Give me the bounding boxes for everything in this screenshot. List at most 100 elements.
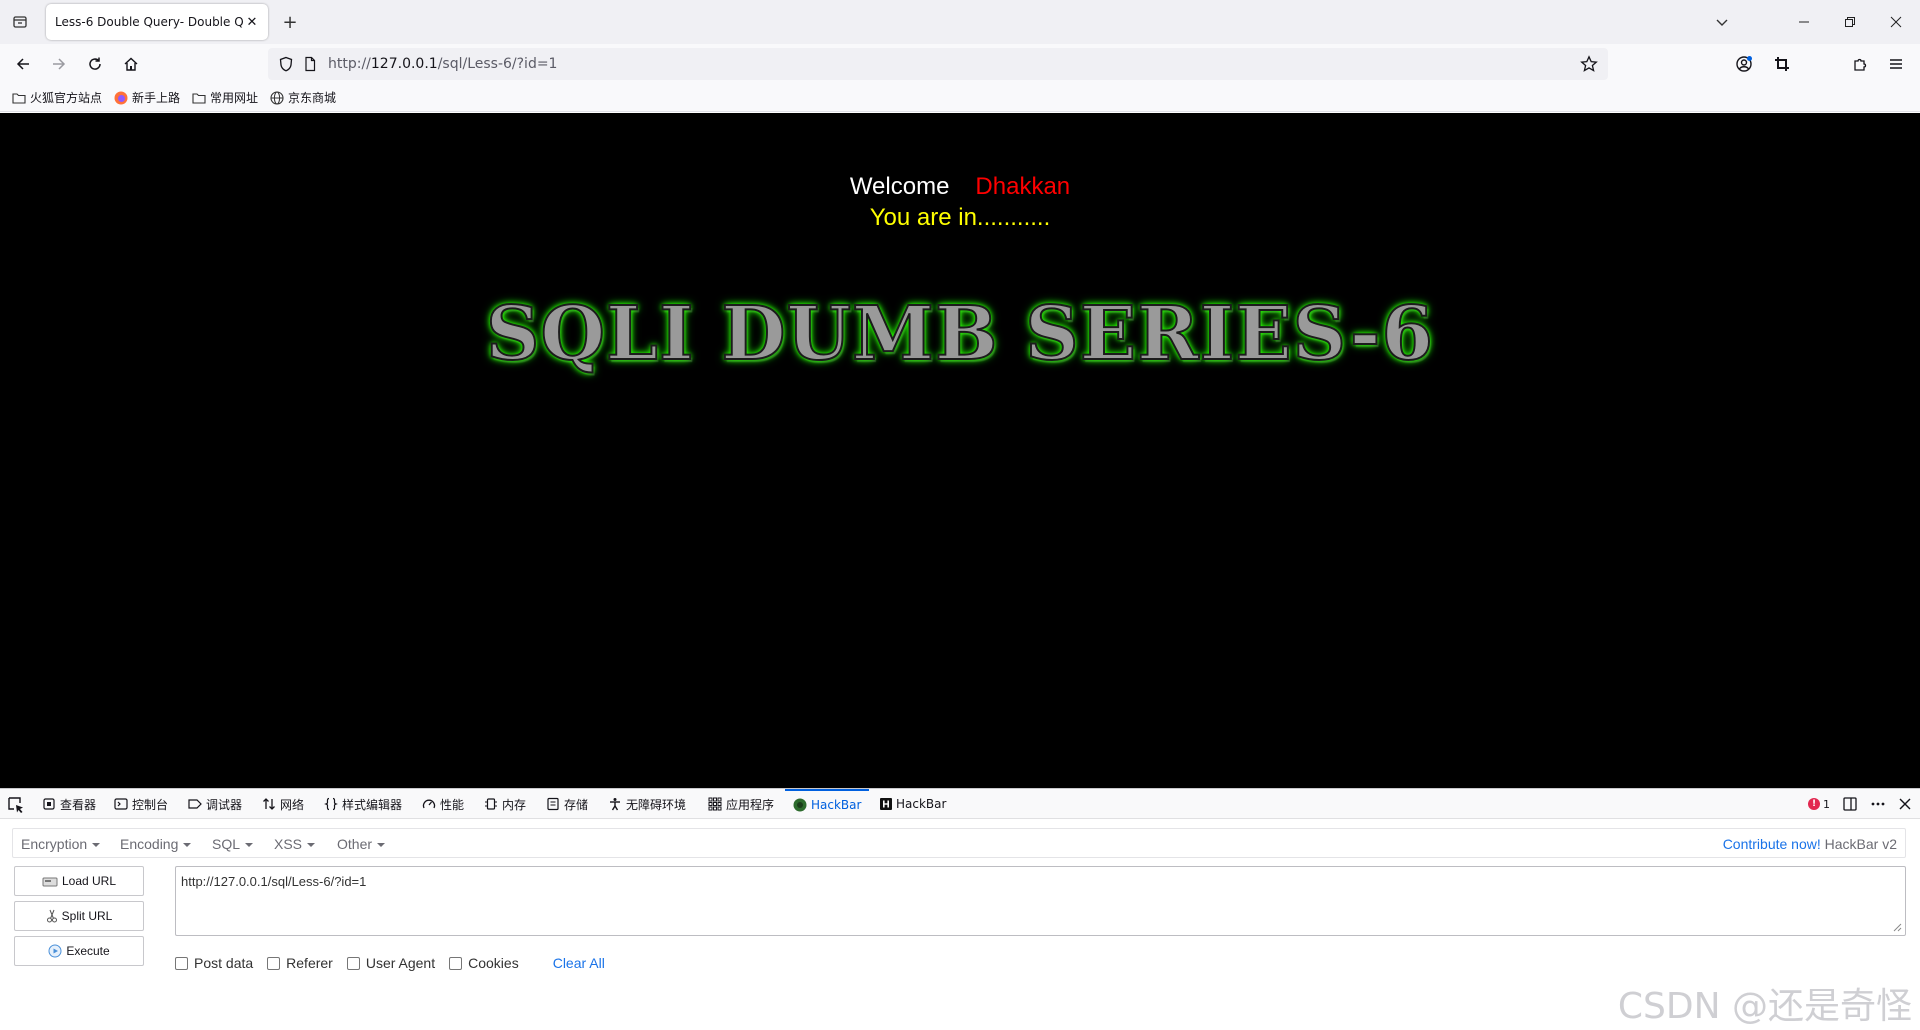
devtools-tab-memory[interactable]: 内存 — [484, 789, 526, 819]
bookmark-item-2[interactable]: 常用网址 — [192, 89, 258, 106]
hackbar-menu-sql[interactable]: SQL — [212, 836, 254, 852]
checkbox-box[interactable] — [267, 956, 281, 970]
dock-side-icon[interactable] — [1842, 796, 1858, 812]
devtools-tab-debugger[interactable]: 调试器 — [188, 789, 242, 819]
reload-button[interactable] — [81, 50, 109, 78]
split-url-button[interactable]: Split URL — [14, 901, 144, 931]
hackbar-menu-encryption[interactable]: Encryption — [21, 836, 101, 852]
devtools-right-controls: ! 1 — [1796, 789, 1912, 819]
close-icon — [1890, 16, 1902, 28]
cookies-checkbox[interactable]: Cookies — [449, 955, 519, 971]
devtools-tab-label: 无障碍环境 — [626, 797, 687, 812]
menu-label: XSS — [274, 836, 303, 852]
account-button[interactable] — [1730, 50, 1758, 78]
app-menu-button[interactable] — [1882, 50, 1910, 78]
welcome-line: Welcome Dhakkan — [0, 173, 1920, 201]
checkbox-box[interactable] — [449, 956, 463, 970]
option-label: Post data — [194, 955, 254, 971]
hackbar-url-textarea[interactable]: http://127.0.0.1/sql/Less-6/?id=1 — [175, 866, 1906, 936]
url-text[interactable]: http://127.0.0.1/sql/Less-6/?id=1 — [328, 56, 557, 72]
checkbox-box[interactable] — [346, 956, 360, 970]
menu-label: Encoding — [120, 836, 179, 852]
bookmark-item-3[interactable]: 京东商城 — [270, 89, 336, 106]
extensions-button[interactable] — [1846, 50, 1874, 78]
user-agent-checkbox[interactable]: User Agent — [346, 955, 435, 971]
style-editor-icon — [324, 797, 338, 811]
devtools-tab-hackbar-v2[interactable]: HackBar — [785, 789, 870, 819]
browser-tab-active[interactable]: Less-6 Double Query- Double Q ✕ — [46, 4, 268, 40]
devtools-tab-hackbar[interactable]: HackBar — [880, 789, 946, 819]
devtools-tab-console[interactable]: 控制台 — [114, 789, 168, 819]
devtools-tab-network[interactable]: 网络 — [262, 789, 304, 819]
reload-icon — [89, 57, 101, 70]
menu-label: SQL — [212, 836, 241, 852]
new-tab-button[interactable]: + — [278, 10, 302, 34]
element-picker-icon[interactable] — [6, 795, 26, 815]
devtools-tab-storage[interactable]: 存储 — [546, 789, 588, 819]
hackbar-options: Post data Referer User Agent Cookies Cle… — [175, 953, 605, 973]
execute-button[interactable]: Execute — [14, 936, 144, 966]
hamburger-menu-icon — [1890, 59, 1902, 69]
post-data-checkbox[interactable]: Post data — [175, 955, 253, 971]
caret-down-icon — [245, 843, 254, 848]
error-count: 1 — [1823, 797, 1830, 811]
accessibility-icon — [610, 798, 620, 811]
chevron-down-icon — [1716, 19, 1728, 26]
devtools-tab-label: 性能 — [440, 797, 465, 812]
devtools-tab-label: 内存 — [502, 797, 527, 812]
close-window-button[interactable] — [1874, 4, 1918, 40]
shield-icon[interactable] — [278, 56, 294, 72]
referer-checkbox[interactable]: Referer — [267, 955, 333, 971]
devtools-tab-performance[interactable]: 性能 — [422, 789, 464, 819]
scissors-icon — [46, 909, 57, 923]
arrow-left-icon — [16, 58, 29, 70]
hackbar-menu-other[interactable]: Other — [337, 836, 386, 852]
more-options-icon[interactable] — [1870, 796, 1886, 812]
checkbox-box[interactable] — [175, 956, 188, 970]
home-icon — [124, 57, 138, 71]
firefox-view-button[interactable] — [6, 10, 34, 34]
devtools-tab-inspector[interactable]: 查看器 — [42, 789, 96, 819]
sqli-banner-image: SQLI DUMB SERIES-6 — [0, 290, 1920, 378]
screenshot-crop-button[interactable] — [1768, 50, 1796, 78]
option-label: Cookies — [468, 955, 519, 971]
resize-handle-icon[interactable] — [1892, 922, 1902, 932]
error-count-badge[interactable]: ! 1 — [1808, 798, 1830, 811]
clear-all-link[interactable]: Clear All — [553, 955, 605, 971]
contribute-link[interactable]: Contribute now! — [1723, 836, 1821, 852]
list-all-tabs-button[interactable] — [1710, 10, 1734, 34]
caret-down-icon — [307, 843, 316, 848]
minimize-button[interactable] — [1782, 4, 1826, 40]
back-button[interactable] — [9, 50, 37, 78]
home-button[interactable] — [117, 50, 145, 78]
page-icon[interactable] — [302, 56, 318, 72]
memory-icon — [485, 798, 497, 810]
close-devtools-icon[interactable] — [1898, 797, 1912, 811]
firefox-view-icon — [13, 16, 27, 28]
url-scheme: http:// — [328, 56, 371, 72]
devtools-tab-accessibility[interactable]: 无障碍环境 — [608, 789, 686, 819]
hackbar-contribute: Contribute now! HackBar v2 — [1723, 836, 1897, 852]
bookmark-item-0[interactable]: 火狐官方站点 — [12, 89, 102, 106]
devtools-tab-application[interactable]: 应用程序 — [708, 789, 774, 819]
bookmark-star-icon[interactable] — [1580, 55, 1598, 73]
console-icon — [114, 798, 128, 810]
caret-down-icon — [377, 843, 386, 848]
load-url-button[interactable]: Load URL — [14, 866, 144, 896]
forward-button[interactable] — [45, 50, 73, 78]
bookmark-item-1[interactable]: 新手上路 — [114, 89, 180, 106]
devtools-tab-style-editor[interactable]: 样式编辑器 — [324, 789, 402, 819]
tab-close-icon[interactable]: ✕ — [244, 14, 260, 30]
hackbar-menu-xss[interactable]: XSS — [274, 836, 316, 852]
error-icon: ! — [1808, 798, 1820, 810]
application-icon — [708, 797, 722, 811]
hackbar-menu-encoding[interactable]: Encoding — [120, 836, 192, 852]
restore-button[interactable] — [1828, 4, 1872, 40]
bookmark-label: 火狐官方站点 — [30, 91, 103, 105]
devtools-tab-label: HackBar — [896, 797, 947, 811]
devtools-tab-label: 样式编辑器 — [342, 797, 403, 812]
url-bar[interactable]: http://127.0.0.1/sql/Less-6/?id=1 — [268, 48, 1608, 80]
hackbar-url-value: http://127.0.0.1/sql/Less-6/?id=1 — [181, 874, 367, 889]
devtools-tab-label: 调试器 — [206, 797, 243, 812]
menu-label: Other — [337, 836, 373, 852]
